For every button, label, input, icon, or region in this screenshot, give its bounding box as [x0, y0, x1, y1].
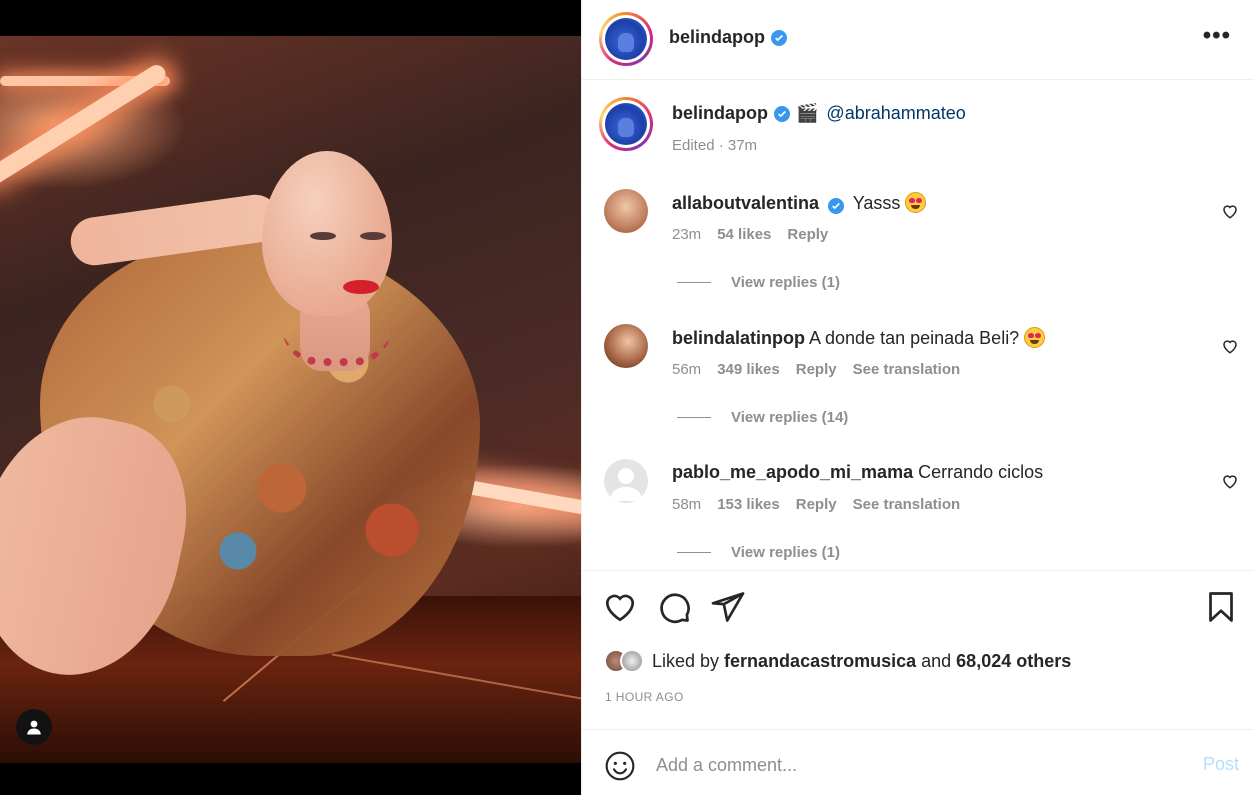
comment-username[interactable]: pablo_me_apodo_mi_mama — [672, 462, 913, 482]
comment-likes[interactable]: 349 likes — [717, 361, 780, 378]
avatar-image — [605, 103, 647, 145]
comment-meta: 56m 349 likes Reply See translation — [672, 361, 960, 378]
comment-text: belindalatinpop A donde tan peinada Beli… — [672, 327, 1046, 349]
heart-eyes-emoji-icon — [1024, 327, 1046, 348]
view-replies-button[interactable]: View replies (1) — [677, 544, 840, 561]
like-comment-heart-icon[interactable] — [1221, 337, 1239, 355]
clapperboard-icon: 🎬 — [796, 103, 819, 123]
comment-username[interactable]: allaboutvalentina — [672, 193, 819, 213]
comment-reply-button[interactable]: Reply — [796, 361, 837, 378]
post-timestamp[interactable]: 1 HOUR AGO — [605, 690, 684, 704]
comment-username[interactable]: belindalatinpop — [672, 328, 805, 348]
comment-avatar[interactable] — [604, 189, 648, 233]
view-replies-label[interactable]: View replies (14) — [731, 409, 848, 426]
caption-meta: Edited · 37m — [672, 137, 758, 154]
caption: belindapop 🎬 @abrahammateo — [672, 103, 966, 124]
author-username-text[interactable]: belindapop — [669, 27, 765, 48]
comment-reply-button[interactable]: Reply — [796, 496, 837, 513]
verified-badge-icon — [774, 105, 790, 122]
verified-badge-icon — [828, 198, 845, 214]
view-replies-label[interactable]: View replies (1) — [731, 274, 840, 291]
comment-body: Cerrando ciclos — [918, 462, 1044, 482]
default-avatar-icon — [610, 468, 642, 501]
liker-avatar — [620, 649, 644, 673]
liked-by-username[interactable]: fernandacastromusica — [724, 651, 916, 672]
comment-item: belindalatinpop A donde tan peinada Beli… — [582, 320, 1254, 430]
photo-neon-light — [459, 478, 581, 518]
save-bookmark-icon[interactable] — [1203, 589, 1239, 625]
comment-text: pablo_me_apodo_mi_mama Cerrando ciclos — [672, 462, 1043, 483]
verified-badge-icon — [771, 29, 787, 46]
like-heart-icon[interactable] — [602, 589, 638, 625]
view-replies-button[interactable]: View replies (1) — [677, 274, 840, 291]
comment-likes[interactable]: 153 likes — [717, 496, 780, 513]
tagged-user-icon[interactable] — [16, 709, 52, 745]
post-comment-button[interactable]: Post — [1203, 754, 1239, 775]
author-username[interactable]: belindapop — [669, 27, 787, 48]
liked-by-and: and — [921, 650, 952, 671]
like-comment-heart-icon[interactable] — [1221, 202, 1239, 220]
post-header: belindapop ••• — [582, 0, 1254, 80]
comment-time[interactable]: 23m — [672, 226, 701, 243]
person-icon — [27, 720, 41, 735]
caption-username[interactable]: belindapop — [672, 103, 768, 124]
liked-by-summary[interactable]: Liked by fernandacastromusica and 68,024… — [604, 649, 1071, 673]
photo-eye — [310, 232, 336, 240]
comment-text: allaboutvalentina Yasss — [672, 192, 927, 214]
comment-body: Yasss — [852, 193, 901, 213]
post-actions: Liked by fernandacastromusica and 68,024… — [582, 570, 1254, 728]
caption-author-avatar[interactable] — [599, 97, 653, 151]
share-paper-plane-icon[interactable] — [710, 589, 746, 625]
caption-mention-link[interactable]: @abrahammateo — [826, 103, 965, 124]
photo-eye — [360, 232, 386, 240]
like-comment-heart-icon[interactable] — [1221, 472, 1239, 490]
comment-time[interactable]: 58m — [672, 496, 701, 513]
replies-dash — [677, 417, 711, 418]
comment-item: allaboutvalentina Yasss 23m 54 likes Rep… — [582, 185, 1254, 295]
more-options-icon[interactable]: ••• — [1203, 24, 1231, 48]
add-comment-input[interactable] — [656, 747, 1176, 783]
comment-meta: 23m 54 likes Reply — [672, 226, 828, 243]
comment-item: pablo_me_apodo_mi_mama Cerrando ciclos 5… — [582, 455, 1254, 565]
comment-reply-button[interactable]: Reply — [787, 226, 828, 243]
comment-avatar[interactable] — [604, 459, 648, 503]
post-media[interactable] — [0, 0, 581, 795]
liked-by-others[interactable]: 68,024 others — [956, 651, 1071, 672]
replies-dash — [677, 282, 711, 283]
comment-body: A donde tan peinada Beli? — [809, 328, 1020, 348]
comment-meta: 58m 153 likes Reply See translation — [672, 496, 960, 513]
photo-lips — [343, 280, 379, 294]
view-replies-label[interactable]: View replies (1) — [731, 544, 840, 561]
liked-by-prefix: Liked by — [652, 650, 720, 671]
replies-dash — [677, 552, 711, 553]
see-translation-button[interactable]: See translation — [853, 496, 961, 513]
see-translation-button[interactable]: See translation — [853, 361, 961, 378]
avatar-image — [605, 18, 647, 60]
heart-eyes-emoji-icon — [905, 192, 927, 213]
post-details-panel: belindapop ••• belindapop 🎬 @abrahammate… — [581, 0, 1254, 795]
view-replies-button[interactable]: View replies (14) — [677, 409, 848, 426]
add-comment-bar: Post — [582, 729, 1254, 795]
comment-time[interactable]: 56m — [672, 361, 701, 378]
post-photo[interactable] — [0, 36, 581, 763]
emoji-picker-icon[interactable] — [604, 750, 636, 782]
comment-likes[interactable]: 54 likes — [717, 226, 771, 243]
comment-bubble-icon[interactable] — [656, 589, 692, 625]
comment-avatar[interactable] — [604, 324, 648, 368]
author-avatar[interactable] — [599, 12, 653, 66]
